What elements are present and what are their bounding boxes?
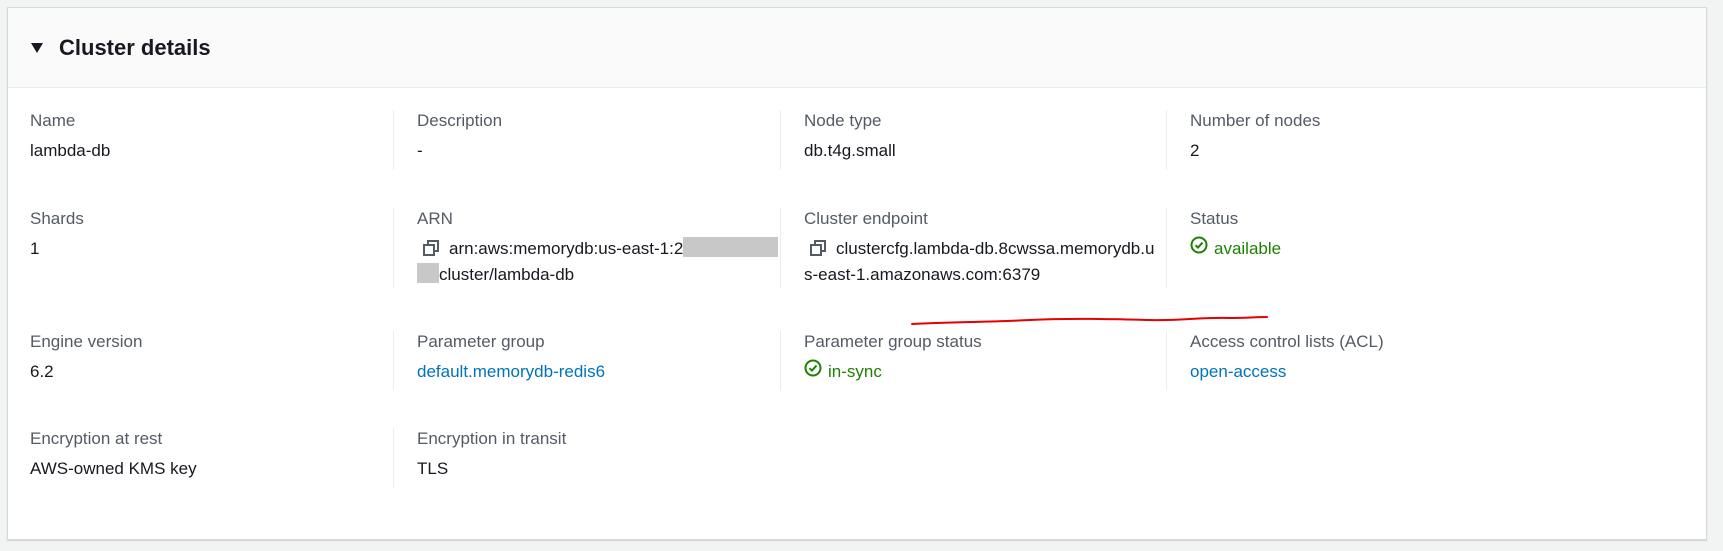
- field-value: db.t4g.small: [804, 141, 896, 160]
- field-parameter-group-status: Parameter group status in-sync: [780, 331, 1204, 391]
- redacted-block: [683, 237, 779, 257]
- field-value: AWS-owned KMS key: [30, 459, 197, 478]
- arn-value-part1: arn:aws:memorydb:us-east-1:2: [449, 239, 684, 258]
- field-label: Number of nodes: [1190, 111, 1321, 130]
- field-label: Encryption at rest: [30, 429, 163, 448]
- redacted-block: [417, 263, 439, 283]
- field-cluster-endpoint: Cluster endpoint clustercfg.lambda-db.8c…: [780, 208, 1204, 288]
- red-underline-annotation: [911, 316, 1268, 325]
- field-label: Parameter group: [417, 332, 545, 351]
- field-value: TLS: [417, 459, 449, 478]
- field-name: Name lambda-db: [30, 110, 430, 164]
- field-label: Engine version: [30, 332, 143, 351]
- status-text: in-sync: [828, 362, 882, 381]
- field-value: in-sync: [804, 359, 882, 385]
- field-label: Node type: [804, 111, 882, 130]
- field-label: Name: [30, 111, 76, 130]
- field-arn: ARN arn:aws:memorydb:us-east-1:2 cluster…: [393, 208, 817, 288]
- cluster-details-panel: Cluster details Name lambda-db Descripti…: [7, 7, 1707, 540]
- field-number-of-nodes: Number of nodes 2: [1166, 110, 1590, 170]
- parameter-group-link[interactable]: default.memorydb-redis6: [417, 359, 817, 385]
- copy-icon[interactable]: [810, 240, 826, 256]
- acl-link[interactable]: open-access: [1190, 359, 1590, 385]
- field-acl: Access control lists (ACL) open-access: [1166, 331, 1590, 391]
- field-value: arn:aws:memorydb:us-east-1:2 cluster/lam…: [417, 236, 817, 288]
- field-node-type: Node type db.t4g.small: [780, 110, 1204, 170]
- field-value: lambda-db: [30, 141, 111, 160]
- field-value: available: [1190, 236, 1281, 262]
- field-value: clustercfg.lambda-db.8cwssa.memorydb.u s…: [804, 236, 1204, 288]
- field-status: Status available: [1166, 208, 1590, 288]
- copy-icon[interactable]: [423, 240, 439, 256]
- field-shards: Shards 1: [30, 208, 430, 262]
- field-engine-version: Engine version 6.2: [30, 331, 430, 385]
- field-label: Access control lists (ACL): [1190, 332, 1384, 351]
- field-value: 6.2: [30, 362, 54, 381]
- field-label: Cluster endpoint: [804, 209, 928, 228]
- panel-title[interactable]: Cluster details: [59, 35, 211, 61]
- field-encryption-in-transit: Encryption in transit TLS: [393, 428, 817, 488]
- arn-value-part2: cluster/lambda-db: [439, 265, 575, 284]
- field-encryption-at-rest: Encryption at rest AWS-owned KMS key: [30, 428, 430, 482]
- field-label: Encryption in transit: [417, 429, 567, 448]
- endpoint-value-line1: clustercfg.lambda-db.8cwssa.memorydb.u: [836, 239, 1155, 258]
- field-label: Description: [417, 111, 503, 130]
- field-label: Status: [1190, 209, 1239, 228]
- field-label: ARN: [417, 209, 453, 228]
- field-value: 2: [1190, 141, 1200, 160]
- endpoint-value-line2: s-east-1.amazonaws.com:6379: [804, 265, 1041, 284]
- caret-down-icon[interactable]: [31, 42, 43, 53]
- field-description: Description -: [393, 110, 817, 170]
- field-value: -: [417, 141, 423, 160]
- field-label: Parameter group status: [804, 332, 982, 351]
- check-circle-icon: [1190, 236, 1208, 262]
- field-parameter-group: Parameter group default.memorydb-redis6: [393, 331, 817, 391]
- status-text: available: [1214, 239, 1282, 258]
- field-label: Shards: [30, 209, 84, 228]
- panel-header[interactable]: Cluster details: [8, 8, 1706, 88]
- field-value: 1: [30, 239, 40, 258]
- check-circle-icon: [804, 359, 822, 385]
